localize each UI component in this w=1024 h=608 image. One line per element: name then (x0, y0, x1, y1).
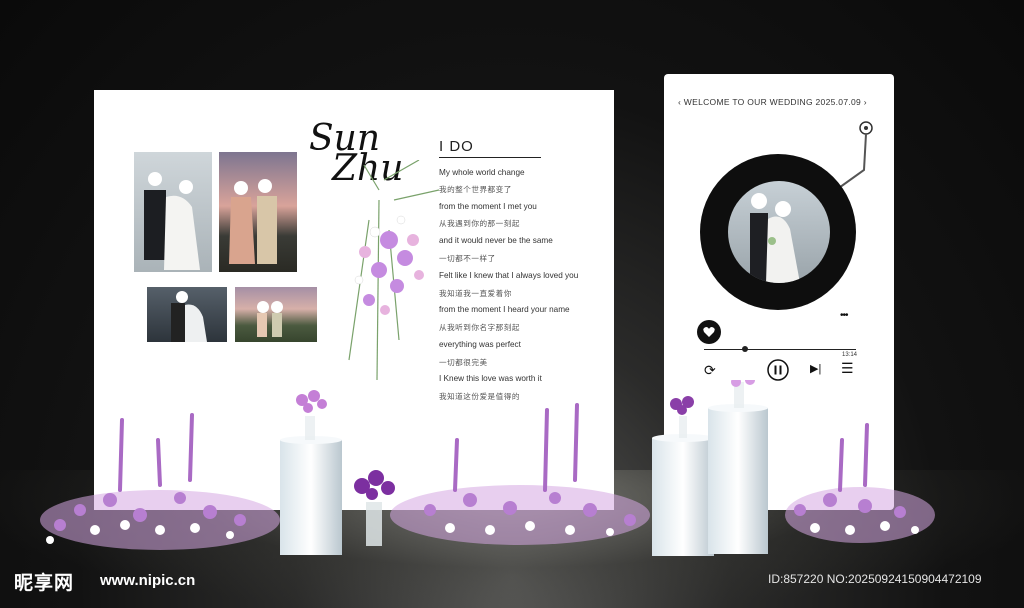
flower-bed-left (40, 413, 280, 550)
lyric-line: from the moment I met you (439, 202, 537, 211)
flower-bed-center (390, 403, 650, 545)
lyric-line: Felt like I knew that I always loved you (439, 271, 579, 280)
pedestals-and-flowers (40, 380, 935, 556)
flower-bed-right (785, 423, 935, 543)
lyric-line: My whole world change (439, 168, 525, 177)
pause-icon[interactable] (767, 359, 789, 381)
chevron-right-icon[interactable]: › (861, 97, 867, 107)
progress-knob[interactable] (742, 346, 749, 352)
couple-photo-4 (235, 287, 317, 342)
lyric-line: from the moment I heard your name (439, 305, 570, 314)
couple-photo-2 (219, 152, 297, 272)
progress-bar[interactable] (704, 349, 856, 350)
lyric-line: 从我听到你名字那刻起 (439, 323, 520, 332)
repeat-icon[interactable]: ⟳ (704, 362, 716, 379)
lyric-line: everything was perfect (439, 340, 521, 349)
player-header-text: WELCOME TO OUR WEDDING 2025.07.09 (683, 97, 862, 107)
player-header: ‹ WELCOME TO OUR WEDDING 2025.07.09 › (678, 97, 867, 107)
heart-icon[interactable] (696, 319, 722, 345)
next-icon[interactable]: ▶| (810, 362, 821, 375)
hanging-flower-arrangement (348, 160, 440, 381)
lyric-line: and it would never be the same (439, 236, 553, 245)
playlist-icon[interactable]: ☰ (841, 360, 854, 377)
lyric-line: 一切都很完美 (439, 358, 488, 367)
lyrics-title: I DO (439, 138, 474, 155)
lyric-line: 一切都不一样了 (439, 254, 496, 263)
couple-photo-1 (134, 152, 212, 272)
watermark-url: www.nipic.cn (100, 572, 196, 589)
more-dots-icon[interactable]: ••• (840, 310, 848, 321)
album-cover-photo (728, 181, 830, 283)
lyric-line: 我知道我一直爱着你 (439, 289, 512, 298)
vinyl-record (700, 154, 856, 310)
title-underline (439, 157, 541, 158)
watermark-logo: 昵享网 (14, 573, 75, 594)
watermark-id: ID:857220 NO:20250924150904472109 (768, 572, 982, 586)
track-duration: 13:14 (842, 352, 858, 358)
couple-photo-3 (147, 287, 227, 342)
lyric-line: 我的整个世界都变了 (439, 185, 512, 194)
lyric-line: 从我遇到你的那一刻起 (439, 219, 520, 228)
